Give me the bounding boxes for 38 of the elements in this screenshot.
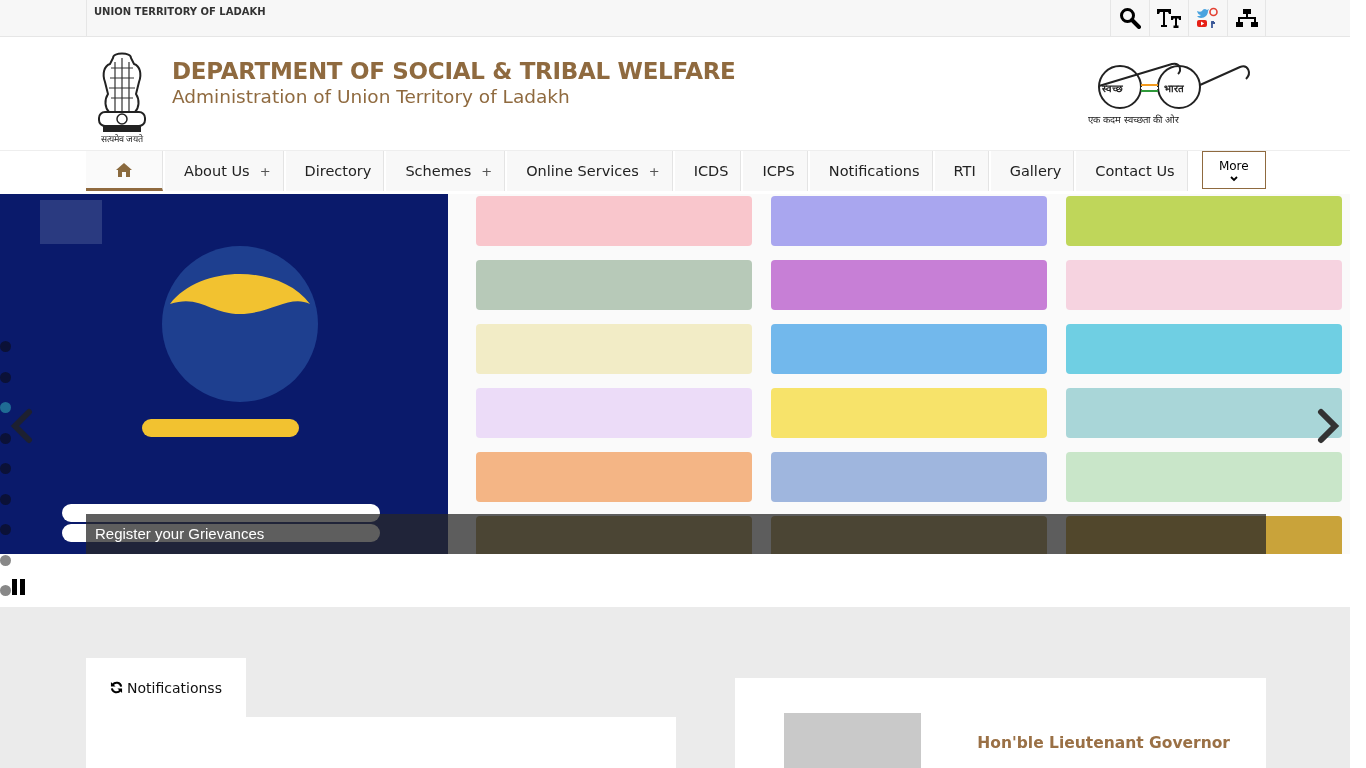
nav-item[interactable]: Contact Us bbox=[1076, 151, 1188, 191]
sitemap-button[interactable] bbox=[1227, 0, 1266, 36]
nav-item[interactable]: Gallery bbox=[990, 151, 1075, 191]
social-media-icon bbox=[1196, 7, 1220, 29]
search-icon bbox=[1119, 7, 1141, 29]
nav-item[interactable]: ICPS bbox=[743, 151, 808, 191]
slide-caption: Register your Grievances bbox=[86, 514, 1266, 554]
chevron-down-icon bbox=[1229, 175, 1238, 182]
expand-marker: + bbox=[481, 163, 493, 179]
emblem-motto: सत्यमेव जयते bbox=[100, 134, 144, 145]
more-button[interactable]: More bbox=[1201, 151, 1266, 189]
text-size-icon bbox=[1156, 8, 1182, 28]
pause-icon bbox=[10, 578, 28, 596]
nav-item[interactable]: About Us + bbox=[165, 151, 284, 191]
chevron-left-icon bbox=[9, 408, 35, 444]
nav-item[interactable]: Directory bbox=[285, 151, 385, 191]
home-nav-item[interactable] bbox=[86, 151, 163, 191]
chevron-right-icon bbox=[1315, 408, 1341, 444]
top-bar-title: UNION TERRITORY OF LADAKH bbox=[93, 5, 266, 19]
pause-button[interactable] bbox=[10, 578, 28, 596]
nav-item[interactable]: Schemes + bbox=[386, 151, 506, 191]
nav-item[interactable]: RTI bbox=[934, 151, 989, 191]
expand-marker: + bbox=[648, 163, 660, 179]
slide-indicator[interactable] bbox=[0, 402, 11, 413]
expand-marker: + bbox=[259, 163, 271, 179]
sitemap-icon bbox=[1235, 8, 1258, 28]
refresh-icon bbox=[110, 681, 124, 694]
bharat-word: भारत bbox=[1164, 82, 1184, 95]
department-title: DEPARTMENT OF SOCIAL & TRIBAL WELFARE bbox=[172, 58, 736, 84]
notifications-tab[interactable]: Notificationss bbox=[86, 658, 246, 717]
swachh-tagline: एक कदम स्वच्छता की ओर bbox=[1088, 113, 1180, 126]
nav-item[interactable]: Online Services + bbox=[507, 151, 673, 191]
department-subtitle: Administration of Union Territory of Ladakh bbox=[172, 86, 571, 107]
nav-item[interactable]: ICDS bbox=[674, 151, 742, 191]
nav-item[interactable]: Notifications bbox=[809, 151, 933, 191]
governor-title: Hon'ble Lieutenant Governor bbox=[977, 734, 1230, 752]
swachh-word: स्वच्छ bbox=[1102, 82, 1123, 95]
home-icon bbox=[116, 162, 132, 177]
